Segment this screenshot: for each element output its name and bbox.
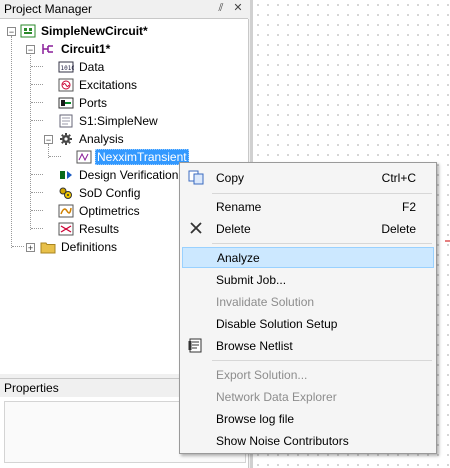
tree-item-design[interactable]: Circuit1* bbox=[40, 40, 112, 58]
export-solution-label: Export Solution... bbox=[216, 367, 308, 382]
tree-item-results[interactable]: Results bbox=[58, 220, 121, 238]
context-menu: Copy Ctrl+C Rename F2 Delete Delete Anal… bbox=[179, 162, 437, 454]
design-expander[interactable]: − bbox=[26, 45, 35, 55]
svg-text:1010: 1010 bbox=[61, 65, 75, 72]
sod-config-icon bbox=[58, 186, 74, 200]
folder-icon bbox=[40, 240, 56, 254]
rename-shortcut: F2 bbox=[401, 199, 416, 214]
analysis-gear-icon bbox=[58, 132, 74, 146]
menu-item-browse-netlist[interactable]: Browse Netlist bbox=[182, 335, 434, 356]
tree-item-analysis[interactable]: Analysis bbox=[58, 130, 126, 148]
tree-item-schematic[interactable]: S1:SimpleNew bbox=[58, 112, 160, 130]
menu-item-disable-solution-setup[interactable]: Disable Solution Setup bbox=[182, 313, 434, 334]
menu-item-copy[interactable]: Copy Ctrl+C bbox=[182, 167, 434, 188]
project-label: SimpleNewCircuit* bbox=[41, 24, 148, 38]
schematic-label: S1:SimpleNew bbox=[79, 114, 158, 128]
pin-icon[interactable]: ⫽ bbox=[214, 1, 228, 15]
menu-separator bbox=[212, 360, 432, 361]
transient-setup-icon bbox=[76, 150, 92, 164]
show-noise-contributors-label: Show Noise Contributors bbox=[216, 433, 349, 448]
schematic-wire-mark bbox=[445, 236, 450, 242]
browse-log-file-label: Browse log file bbox=[216, 411, 295, 426]
menu-separator bbox=[212, 193, 432, 194]
invalidate-solution-label: Invalidate Solution bbox=[216, 294, 315, 309]
circuit-design-icon bbox=[40, 42, 56, 56]
delete-x-icon bbox=[188, 221, 204, 236]
data-icon: 1010 bbox=[58, 60, 75, 74]
copy-icon bbox=[188, 170, 204, 185]
analysis-expander[interactable]: − bbox=[44, 135, 53, 145]
schematic-icon bbox=[58, 114, 74, 128]
project-manager-header: Project Manager ⫽ ✕ bbox=[0, 0, 248, 19]
tree-item-setup[interactable]: NexximTransient bbox=[76, 148, 189, 166]
definitions-expander[interactable]: + bbox=[26, 243, 35, 253]
menu-item-export-solution[interactable]: Export Solution... bbox=[182, 364, 434, 385]
tree-item-ports[interactable]: Ports bbox=[58, 94, 109, 112]
project-manager-title: Project Manager bbox=[4, 2, 93, 16]
menu-item-show-noise-contributors[interactable]: Show Noise Contributors bbox=[182, 430, 434, 451]
rename-label: Rename bbox=[216, 199, 262, 214]
menu-item-browse-log-file[interactable]: Browse log file bbox=[182, 408, 434, 429]
copy-label: Copy bbox=[216, 170, 245, 185]
browse-netlist-label: Browse Netlist bbox=[216, 338, 293, 353]
results-label: Results bbox=[79, 222, 120, 236]
data-label: Data bbox=[79, 60, 105, 74]
sod-config-label: SoD Config bbox=[79, 186, 141, 200]
network-data-explorer-label: Network Data Explorer bbox=[216, 389, 337, 404]
design-verification-label: Design Verification bbox=[79, 168, 179, 182]
menu-item-submit-job[interactable]: Submit Job... bbox=[182, 269, 434, 290]
results-icon bbox=[58, 222, 74, 236]
delete-label: Delete bbox=[216, 221, 251, 236]
definitions-label: Definitions bbox=[61, 240, 118, 254]
tree-item-project[interactable]: SimpleNewCircuit* bbox=[20, 22, 150, 40]
optimetrics-label: Optimetrics bbox=[79, 204, 140, 218]
tree-item-design-verification[interactable]: Design Verification bbox=[58, 166, 180, 184]
project-expander[interactable]: − bbox=[7, 27, 16, 37]
copy-shortcut: Ctrl+C bbox=[381, 170, 416, 185]
menu-item-delete[interactable]: Delete Delete bbox=[182, 218, 434, 239]
excitations-label: Excitations bbox=[79, 78, 138, 92]
analysis-label: Analysis bbox=[79, 132, 124, 146]
design-label: Circuit1* bbox=[61, 42, 111, 56]
tree-item-sod-config[interactable]: SoD Config bbox=[58, 184, 142, 202]
ports-label: Ports bbox=[79, 96, 108, 110]
design-verification-icon bbox=[58, 168, 74, 182]
disable-solution-setup-label: Disable Solution Setup bbox=[216, 316, 338, 331]
tree-item-excitations[interactable]: Excitations bbox=[58, 76, 139, 94]
tree-item-data[interactable]: 1010 Data bbox=[58, 58, 106, 76]
menu-item-network-data-explorer[interactable]: Network Data Explorer bbox=[182, 386, 434, 407]
properties-title: Properties bbox=[4, 381, 59, 395]
menu-item-invalidate-solution[interactable]: Invalidate Solution bbox=[182, 291, 434, 312]
project-icon bbox=[20, 24, 36, 38]
tree-item-definitions[interactable]: Definitions bbox=[40, 238, 119, 256]
tree-item-optimetrics[interactable]: Optimetrics bbox=[58, 202, 142, 220]
menu-separator bbox=[212, 243, 432, 244]
close-icon[interactable]: ✕ bbox=[231, 1, 245, 15]
analyze-label: Analyze bbox=[217, 250, 260, 265]
delete-shortcut: Delete bbox=[381, 221, 416, 236]
optimetrics-icon bbox=[58, 204, 74, 218]
setup-label: NexximTransient bbox=[95, 149, 189, 165]
submit-job-label: Submit Job... bbox=[216, 272, 287, 287]
menu-item-analyze[interactable]: Analyze bbox=[182, 247, 434, 268]
netlist-icon bbox=[188, 338, 204, 353]
excitations-icon bbox=[58, 78, 74, 92]
menu-item-rename[interactable]: Rename F2 bbox=[182, 196, 434, 217]
ports-icon bbox=[58, 96, 74, 110]
